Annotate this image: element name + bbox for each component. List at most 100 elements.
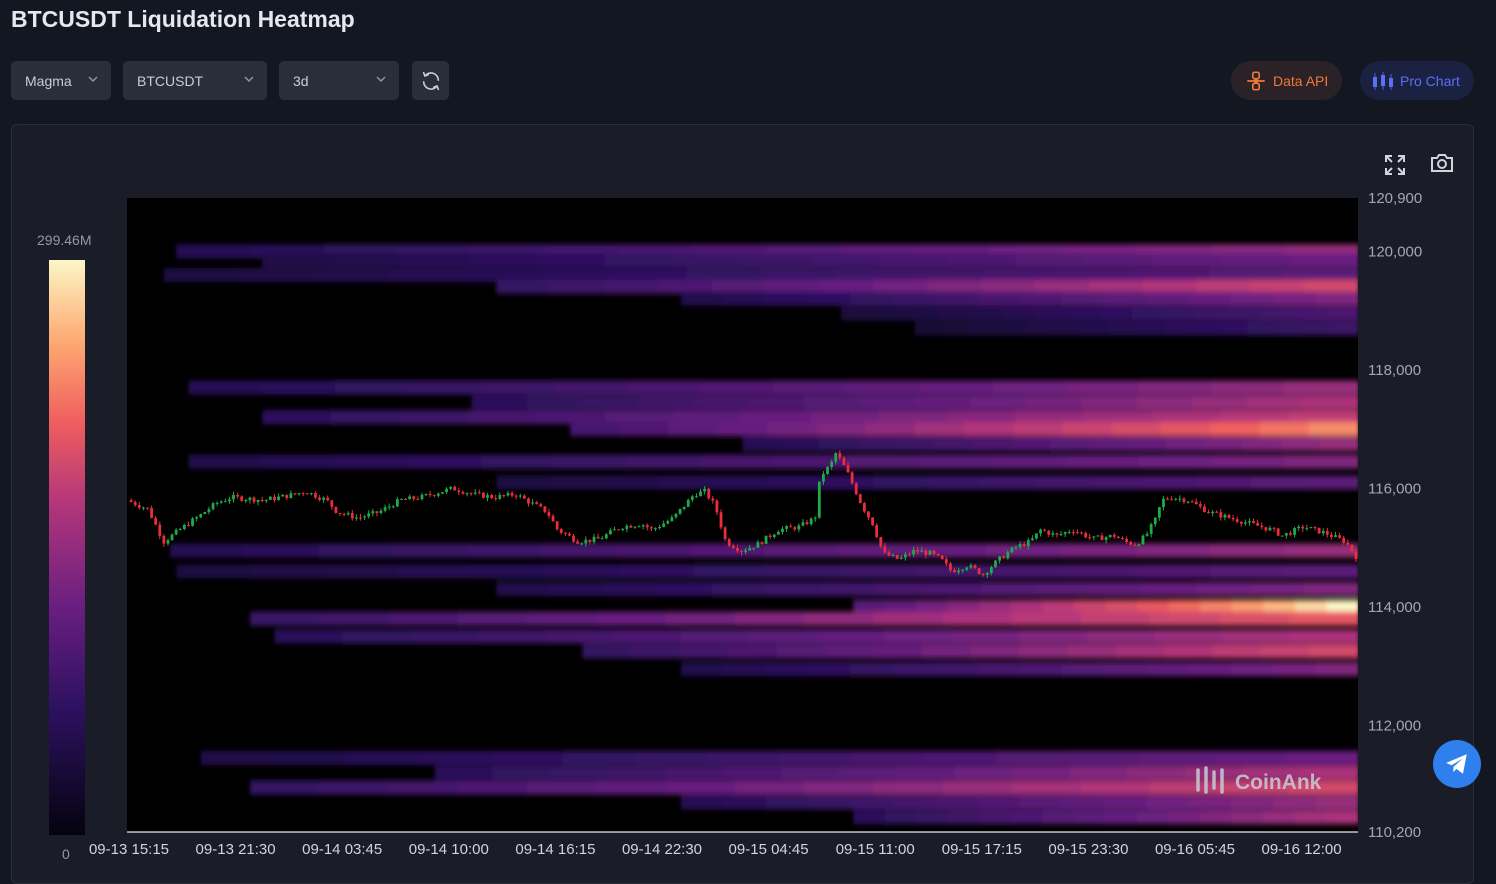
band-cell — [1019, 662, 1063, 677]
band-cell — [865, 422, 916, 437]
candle — [858, 493, 862, 504]
liquidation-band — [274, 629, 1358, 644]
band-cell — [1290, 629, 1358, 644]
band-cell — [1274, 321, 1304, 336]
band-cell — [1152, 253, 1223, 268]
band-cell — [970, 644, 1020, 659]
band-cell — [1081, 395, 1138, 410]
band-cell — [550, 475, 606, 490]
band-cell — [1315, 662, 1358, 677]
y-tick-label: 118,000 — [1368, 362, 1421, 379]
candle — [707, 487, 711, 500]
band-cell — [1065, 454, 1140, 469]
y-axis: 120,900 120,000 118,000 116,000 114,000 112,0… — [1368, 190, 1422, 841]
band-cell — [345, 750, 419, 765]
band-cell — [1302, 321, 1332, 336]
band-cell — [804, 395, 861, 410]
band-cell — [934, 795, 979, 810]
band-cell — [816, 629, 886, 644]
band-cell — [734, 780, 806, 795]
band-cell — [951, 629, 1021, 644]
band-cell — [250, 564, 325, 579]
band-cell — [717, 422, 769, 437]
band-cell — [700, 380, 775, 395]
band-cell — [1067, 306, 1101, 321]
band-cell — [914, 395, 972, 410]
band-cell — [1261, 306, 1295, 321]
candle — [441, 492, 444, 494]
x-axis: 09-13 15:15 09-13 21:30 09-14 03:45 09-14 1… — [89, 841, 1342, 858]
band-cell — [410, 629, 479, 644]
band-cell — [884, 629, 953, 644]
band-cell — [550, 765, 609, 780]
band-cell — [200, 750, 275, 765]
band-cell — [884, 810, 918, 825]
band-cell — [1141, 750, 1215, 765]
band-cell — [1142, 582, 1198, 597]
band-cell — [170, 543, 246, 558]
band-cell — [562, 750, 636, 765]
band-cell — [807, 291, 852, 306]
band-cell — [964, 422, 1015, 437]
band-cell — [262, 410, 332, 425]
band-cell — [840, 306, 875, 321]
band-cell — [1284, 564, 1358, 579]
band-cell — [1062, 564, 1138, 579]
band-cell — [680, 291, 725, 306]
band-cell — [188, 380, 263, 395]
band-cell — [1081, 780, 1152, 795]
band-cell — [1188, 662, 1233, 677]
band-cell — [711, 582, 767, 597]
band-cell — [776, 644, 826, 659]
band-cell — [992, 380, 1067, 395]
liquidation-band — [680, 795, 1358, 810]
band-cell — [1161, 422, 1212, 437]
band-cell — [496, 582, 552, 597]
band-cell — [471, 395, 529, 410]
band-cell — [934, 436, 975, 451]
band-cell — [1011, 436, 1052, 451]
band-cell — [1285, 750, 1358, 765]
band-cell — [804, 780, 875, 795]
band-cell — [480, 380, 556, 395]
candle — [723, 526, 727, 542]
band-cell — [1247, 321, 1276, 336]
band-cell — [896, 436, 936, 451]
band-cell — [541, 543, 617, 558]
band-cell — [912, 543, 988, 558]
band-cell — [873, 644, 923, 659]
liquidation-band — [188, 454, 1358, 469]
band-cell — [1212, 644, 1263, 659]
band-cell — [630, 644, 681, 659]
band-cell — [490, 750, 564, 765]
band-cell — [780, 765, 840, 780]
band-cell — [846, 380, 921, 395]
band-cell — [997, 321, 1027, 336]
band-cell — [604, 253, 675, 268]
telegram-button[interactable] — [1433, 740, 1481, 788]
band-cell — [1084, 253, 1154, 268]
band-cell — [680, 795, 725, 810]
band-cell — [176, 244, 252, 259]
band-cell — [916, 810, 949, 825]
band-cell — [1209, 543, 1285, 558]
watermark-label: CoinAnk — [1235, 771, 1322, 794]
band-cell — [604, 475, 659, 490]
x-tick-label: 09-16 05:45 — [1155, 841, 1235, 858]
band-cell — [1281, 436, 1321, 451]
band-cell — [1115, 644, 1166, 659]
band-cell — [244, 543, 320, 558]
y-tick-label: 120,900 — [1368, 190, 1422, 207]
band-cell — [973, 436, 1013, 451]
band-cell — [711, 475, 767, 490]
candle — [850, 470, 854, 485]
band-cell — [319, 780, 390, 795]
band-cell — [313, 268, 389, 283]
band-cell — [914, 422, 966, 437]
band-cell — [665, 765, 725, 780]
band-cell — [1011, 780, 1083, 795]
band-cell — [1188, 795, 1233, 810]
band-cell — [1053, 321, 1083, 336]
band-cell — [1042, 810, 1076, 825]
band-cell — [467, 253, 538, 268]
